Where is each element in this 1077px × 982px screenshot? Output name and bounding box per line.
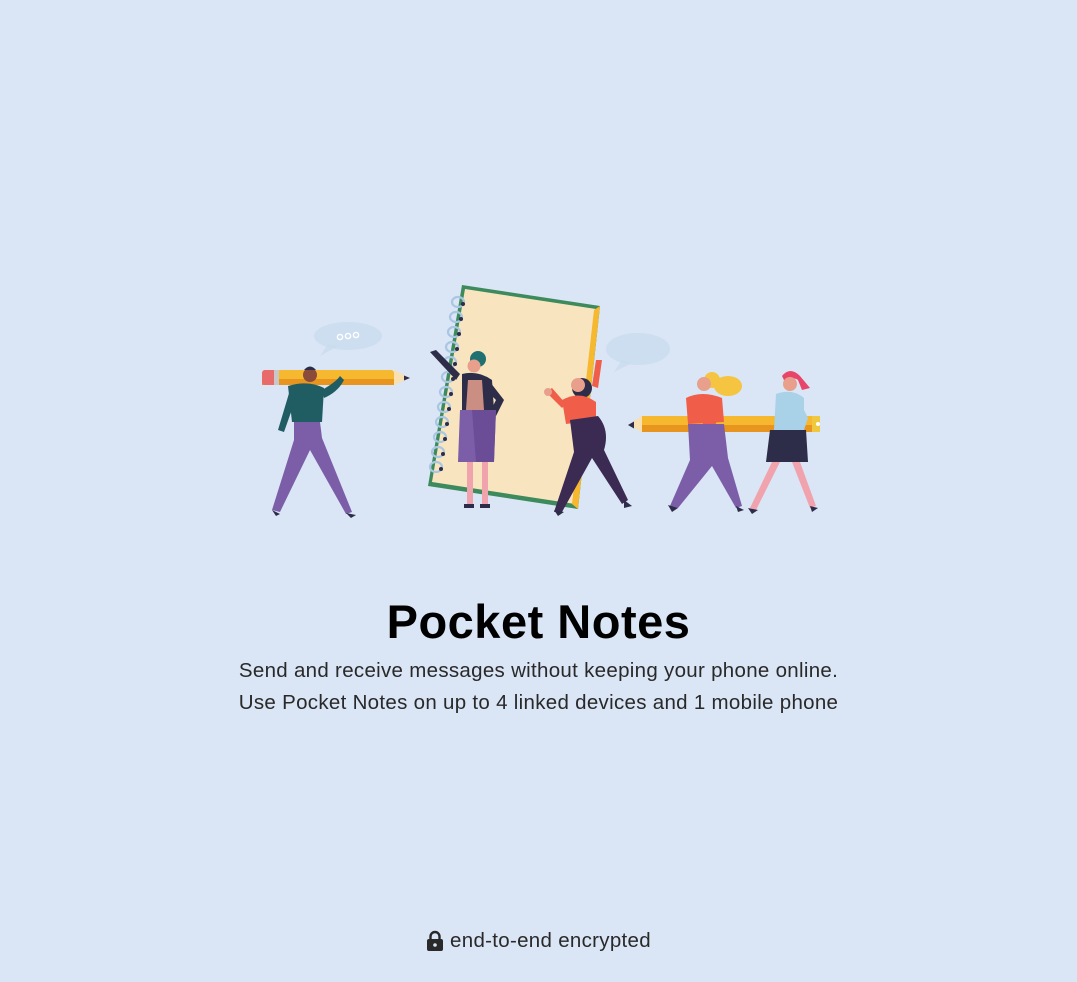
description-line-2: Use Pocket Notes on up to 4 linked devic… xyxy=(238,690,839,714)
encryption-notice: end-to-end encrypted xyxy=(0,926,1077,956)
notes-illustration xyxy=(262,285,820,518)
person-pink-hair xyxy=(748,371,818,514)
app-description: Send and receive messages without keepin… xyxy=(0,655,1077,719)
speech-bubble-left xyxy=(314,322,382,356)
encryption-label: end-to-end encrypted xyxy=(450,929,651,952)
person-with-pencil-left xyxy=(262,366,410,518)
app-title: Pocket Notes xyxy=(386,595,691,649)
lock-icon xyxy=(427,930,444,951)
person-yellow-hair xyxy=(668,372,744,512)
speech-bubble-right xyxy=(606,333,670,372)
description-line-1: Send and receive messages without keepin… xyxy=(238,658,839,682)
welcome-screen: Pocket Notes Send and receive messages w… xyxy=(0,0,1077,982)
